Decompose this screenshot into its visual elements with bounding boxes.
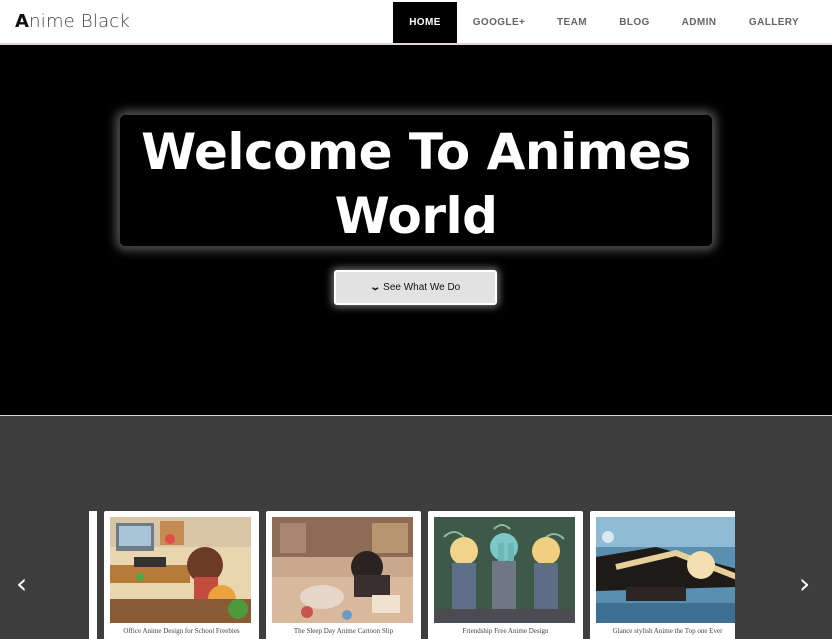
gallery-card[interactable]: Office Anime Design for School Freebies (104, 511, 259, 639)
gallery-card[interactable]: The Sleep Day Anime Cartoon Slip (266, 511, 421, 639)
see-what-we-do-label: See What We Do (383, 282, 461, 293)
nav-item-gallery[interactable]: GALLERY (732, 2, 816, 43)
gallery-thumbnail-image (596, 517, 735, 623)
chevron-left-icon[interactable]: ‹ (16, 570, 27, 598)
nav-item-google-plus[interactable]: GOOGLE+ (457, 2, 541, 43)
nav-item-home[interactable]: HOME (393, 2, 457, 43)
see-what-we-do-button[interactable]: ⌄ See What We Do (334, 270, 497, 305)
gallery-card-caption: Glance stylish Anime the Top one Ever (612, 627, 723, 635)
chevron-down-icon: ⌄ (369, 282, 381, 293)
hero-title: Welcome To Animes World (120, 120, 712, 248)
gallery-thumbnail-image (434, 517, 575, 623)
carousel-track: Office Anime Design for School Freebies … (89, 511, 735, 639)
brand-logo[interactable]: Anime Black (15, 11, 130, 32)
brand-name: nime Black (29, 11, 131, 32)
gallery-card-caption: Office Anime Design for School Freebies (123, 627, 240, 635)
nav-item-team[interactable]: TEAM (541, 2, 603, 43)
hero-title-box: Welcome To Animes World (119, 114, 713, 247)
hero-title-line-2: World (334, 187, 498, 245)
carousel-card-partial (89, 511, 97, 639)
gallery-carousel: ‹ Office Anime Design for School Freebie (0, 415, 832, 639)
top-navbar: Anime Black HOME GOOGLE+ TEAM BLOG ADMIN… (0, 0, 832, 45)
chevron-right-icon[interactable]: › (799, 570, 810, 598)
gallery-card[interactable]: Glance stylish Anime the Top one Ever (590, 511, 735, 639)
gallery-card-caption: Friendship Free Anime Design (462, 627, 549, 635)
nav-item-admin[interactable]: ADMIN (666, 2, 732, 43)
gallery-card-caption: The Sleep Day Anime Cartoon Slip (293, 627, 394, 635)
hero-section: Welcome To Animes World ⌄ See What We Do (0, 45, 832, 415)
main-nav: HOME GOOGLE+ TEAM BLOG ADMIN GALLERY (393, 2, 816, 43)
nav-item-blog[interactable]: BLOG (603, 2, 666, 43)
gallery-thumbnail-image (272, 517, 413, 623)
brand-initial: A (15, 11, 30, 32)
gallery-card[interactable]: Friendship Free Anime Design (428, 511, 583, 639)
gallery-thumbnail-image (110, 517, 251, 623)
hero-title-line-1: Welcome To Animes (141, 123, 691, 181)
